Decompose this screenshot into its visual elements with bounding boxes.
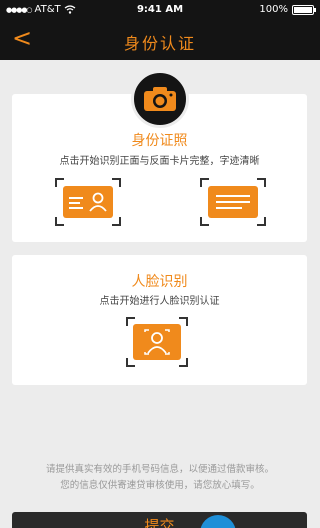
face-section[interactable]: 人脸识别 点击开始进行人脸识别认证 [12,255,307,385]
battery-icon [292,4,316,15]
camera-icon [131,70,189,128]
id-card-desc: 点击开始识别正面与反面卡片完整，字迹清晰 [59,156,260,167]
notice-line-2: 您的信息仅供寄速贷审核使用，请您放心填写。 [60,480,260,491]
face-icon [133,324,181,360]
id-front-frame[interactable] [55,178,121,226]
face-title: 人脸识别 [131,274,188,290]
submit-button[interactable]: 提交 [12,512,307,528]
battery-percent: 100% [259,4,288,15]
status-bar: ●●●●○ AT&T 9:41 AM 100% [0,0,320,20]
id-back-icon [208,186,258,218]
page-title: 身份认证 [123,34,196,53]
id-back-frame[interactable] [200,178,266,226]
nav-bar: < 身份认证 [0,20,320,60]
id-card-title: 身份证照 [131,133,188,149]
face-desc: 点击开始进行人脸识别认证 [99,296,220,307]
face-frame[interactable] [126,317,188,367]
id-front-icon [63,186,113,218]
battery-group: 100% [259,4,316,15]
notice-line-1: 请提供真实有效的手机号码信息，以便通过借款审核。 [45,464,274,475]
